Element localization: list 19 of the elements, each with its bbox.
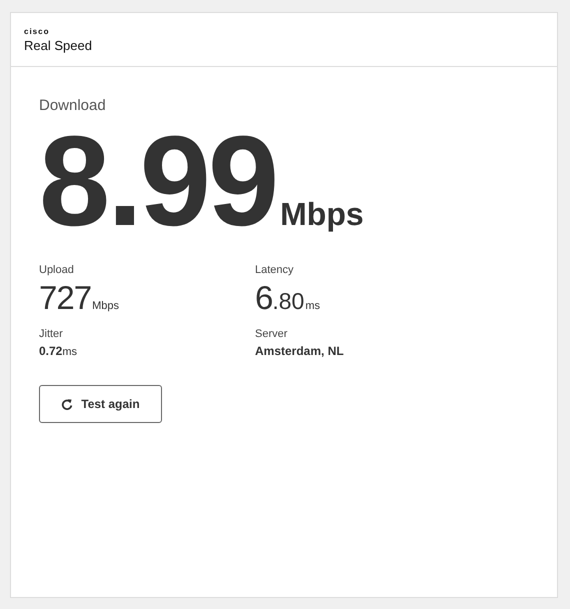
download-label: Download: [39, 97, 106, 114]
download-unit: Mbps: [280, 196, 364, 233]
metric-value: Amsterdam, NL: [255, 344, 344, 358]
metric-unit: ms: [305, 300, 320, 312]
download-value: 8.99: [39, 118, 276, 246]
metric-value: 0.72: [39, 344, 62, 358]
metric-fraction: .80: [272, 288, 304, 315]
metric-value: 6: [255, 280, 272, 316]
metric-unit: ms: [62, 346, 78, 358]
app-title: Real Speed: [24, 38, 93, 52]
metric-label: Server: [255, 328, 288, 340]
test-again-button[interactable]: Test again: [39, 385, 162, 423]
metric-unit: Mbps: [92, 300, 119, 312]
metric-label: Jitter: [39, 328, 64, 340]
metric-value: 727: [39, 280, 92, 316]
metric-label: Upload: [39, 264, 75, 276]
metric-label: Latency: [255, 264, 295, 276]
logo-text: cisco: [24, 26, 50, 36]
refresh-icon: [61, 398, 74, 410]
